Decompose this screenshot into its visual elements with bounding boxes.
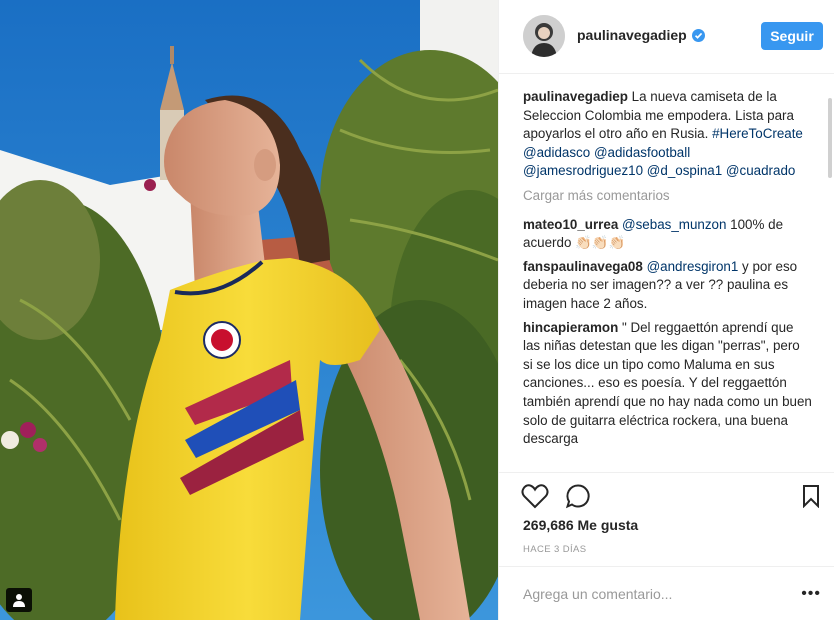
- mention-link[interactable]: @adidasfootball: [594, 145, 690, 160]
- likes-count[interactable]: 269,686 Me gusta: [523, 517, 638, 533]
- post-header: paulinavegadiep Seguir: [499, 0, 834, 74]
- mention-link[interactable]: @sebas_munzon: [622, 217, 726, 232]
- heart-icon[interactable]: [521, 483, 549, 509]
- mention-link[interactable]: @adidasco: [523, 145, 590, 160]
- comment-username[interactable]: mateo10_urrea: [523, 217, 618, 232]
- caption-username[interactable]: paulinavegadiep: [523, 89, 628, 104]
- hashtag-link[interactable]: #HereToCreate: [712, 126, 803, 141]
- avatar-image: [523, 15, 565, 57]
- follow-button[interactable]: Seguir: [761, 22, 823, 50]
- comment-item: mateo10_urrea @sebas_munzon 100% de acue…: [523, 216, 813, 253]
- header-username-link[interactable]: paulinavegadiep: [577, 27, 705, 43]
- post-side-panel: paulinavegadiep Seguir paulinavegadiep L…: [498, 0, 834, 620]
- user-tag-icon: [13, 594, 25, 607]
- comment-item: hincapieramon " Del reggaettón aprendí q…: [523, 319, 813, 449]
- action-bar: [499, 472, 834, 520]
- comment-input[interactable]: Agrega un comentario...: [523, 586, 672, 602]
- post-photo[interactable]: [0, 0, 498, 620]
- post-timestamp[interactable]: HACE 3 DÍAS: [523, 544, 587, 555]
- comments-scrollbar[interactable]: [828, 98, 832, 178]
- more-options-icon[interactable]: •••: [801, 586, 821, 602]
- load-more-comments-button[interactable]: Cargar más comentarios: [523, 187, 813, 206]
- mention-link[interactable]: @d_ospina1: [647, 163, 722, 178]
- photo-illustration: [0, 0, 498, 620]
- user-tag-button[interactable]: [6, 588, 32, 612]
- comment-item: fanspaulinavega08 @andresgiron1 y por es…: [523, 258, 813, 314]
- avatar[interactable]: [523, 15, 565, 57]
- username-text[interactable]: paulinavegadiep: [577, 27, 687, 43]
- caption: paulinavegadiep La nueva camiseta de la …: [523, 88, 813, 181]
- comments-list: paulinavegadiep La nueva camiseta de la …: [523, 88, 813, 472]
- comment-username[interactable]: hincapieramon: [523, 320, 618, 335]
- mention-link[interactable]: @jamesrodriguez10: [523, 163, 643, 178]
- comment-username[interactable]: fanspaulinavega08: [523, 259, 643, 274]
- verified-badge-icon: [691, 28, 705, 42]
- add-comment-bar: Agrega un comentario... •••: [499, 566, 834, 620]
- mention-link[interactable]: @andresgiron1: [647, 259, 739, 274]
- comment-text: " Del reggaettón aprendí que las niñas d…: [523, 319, 812, 447]
- mention-link[interactable]: @cuadrado: [726, 163, 795, 178]
- bookmark-icon[interactable]: [801, 484, 821, 508]
- comment-icon[interactable]: [565, 483, 591, 509]
